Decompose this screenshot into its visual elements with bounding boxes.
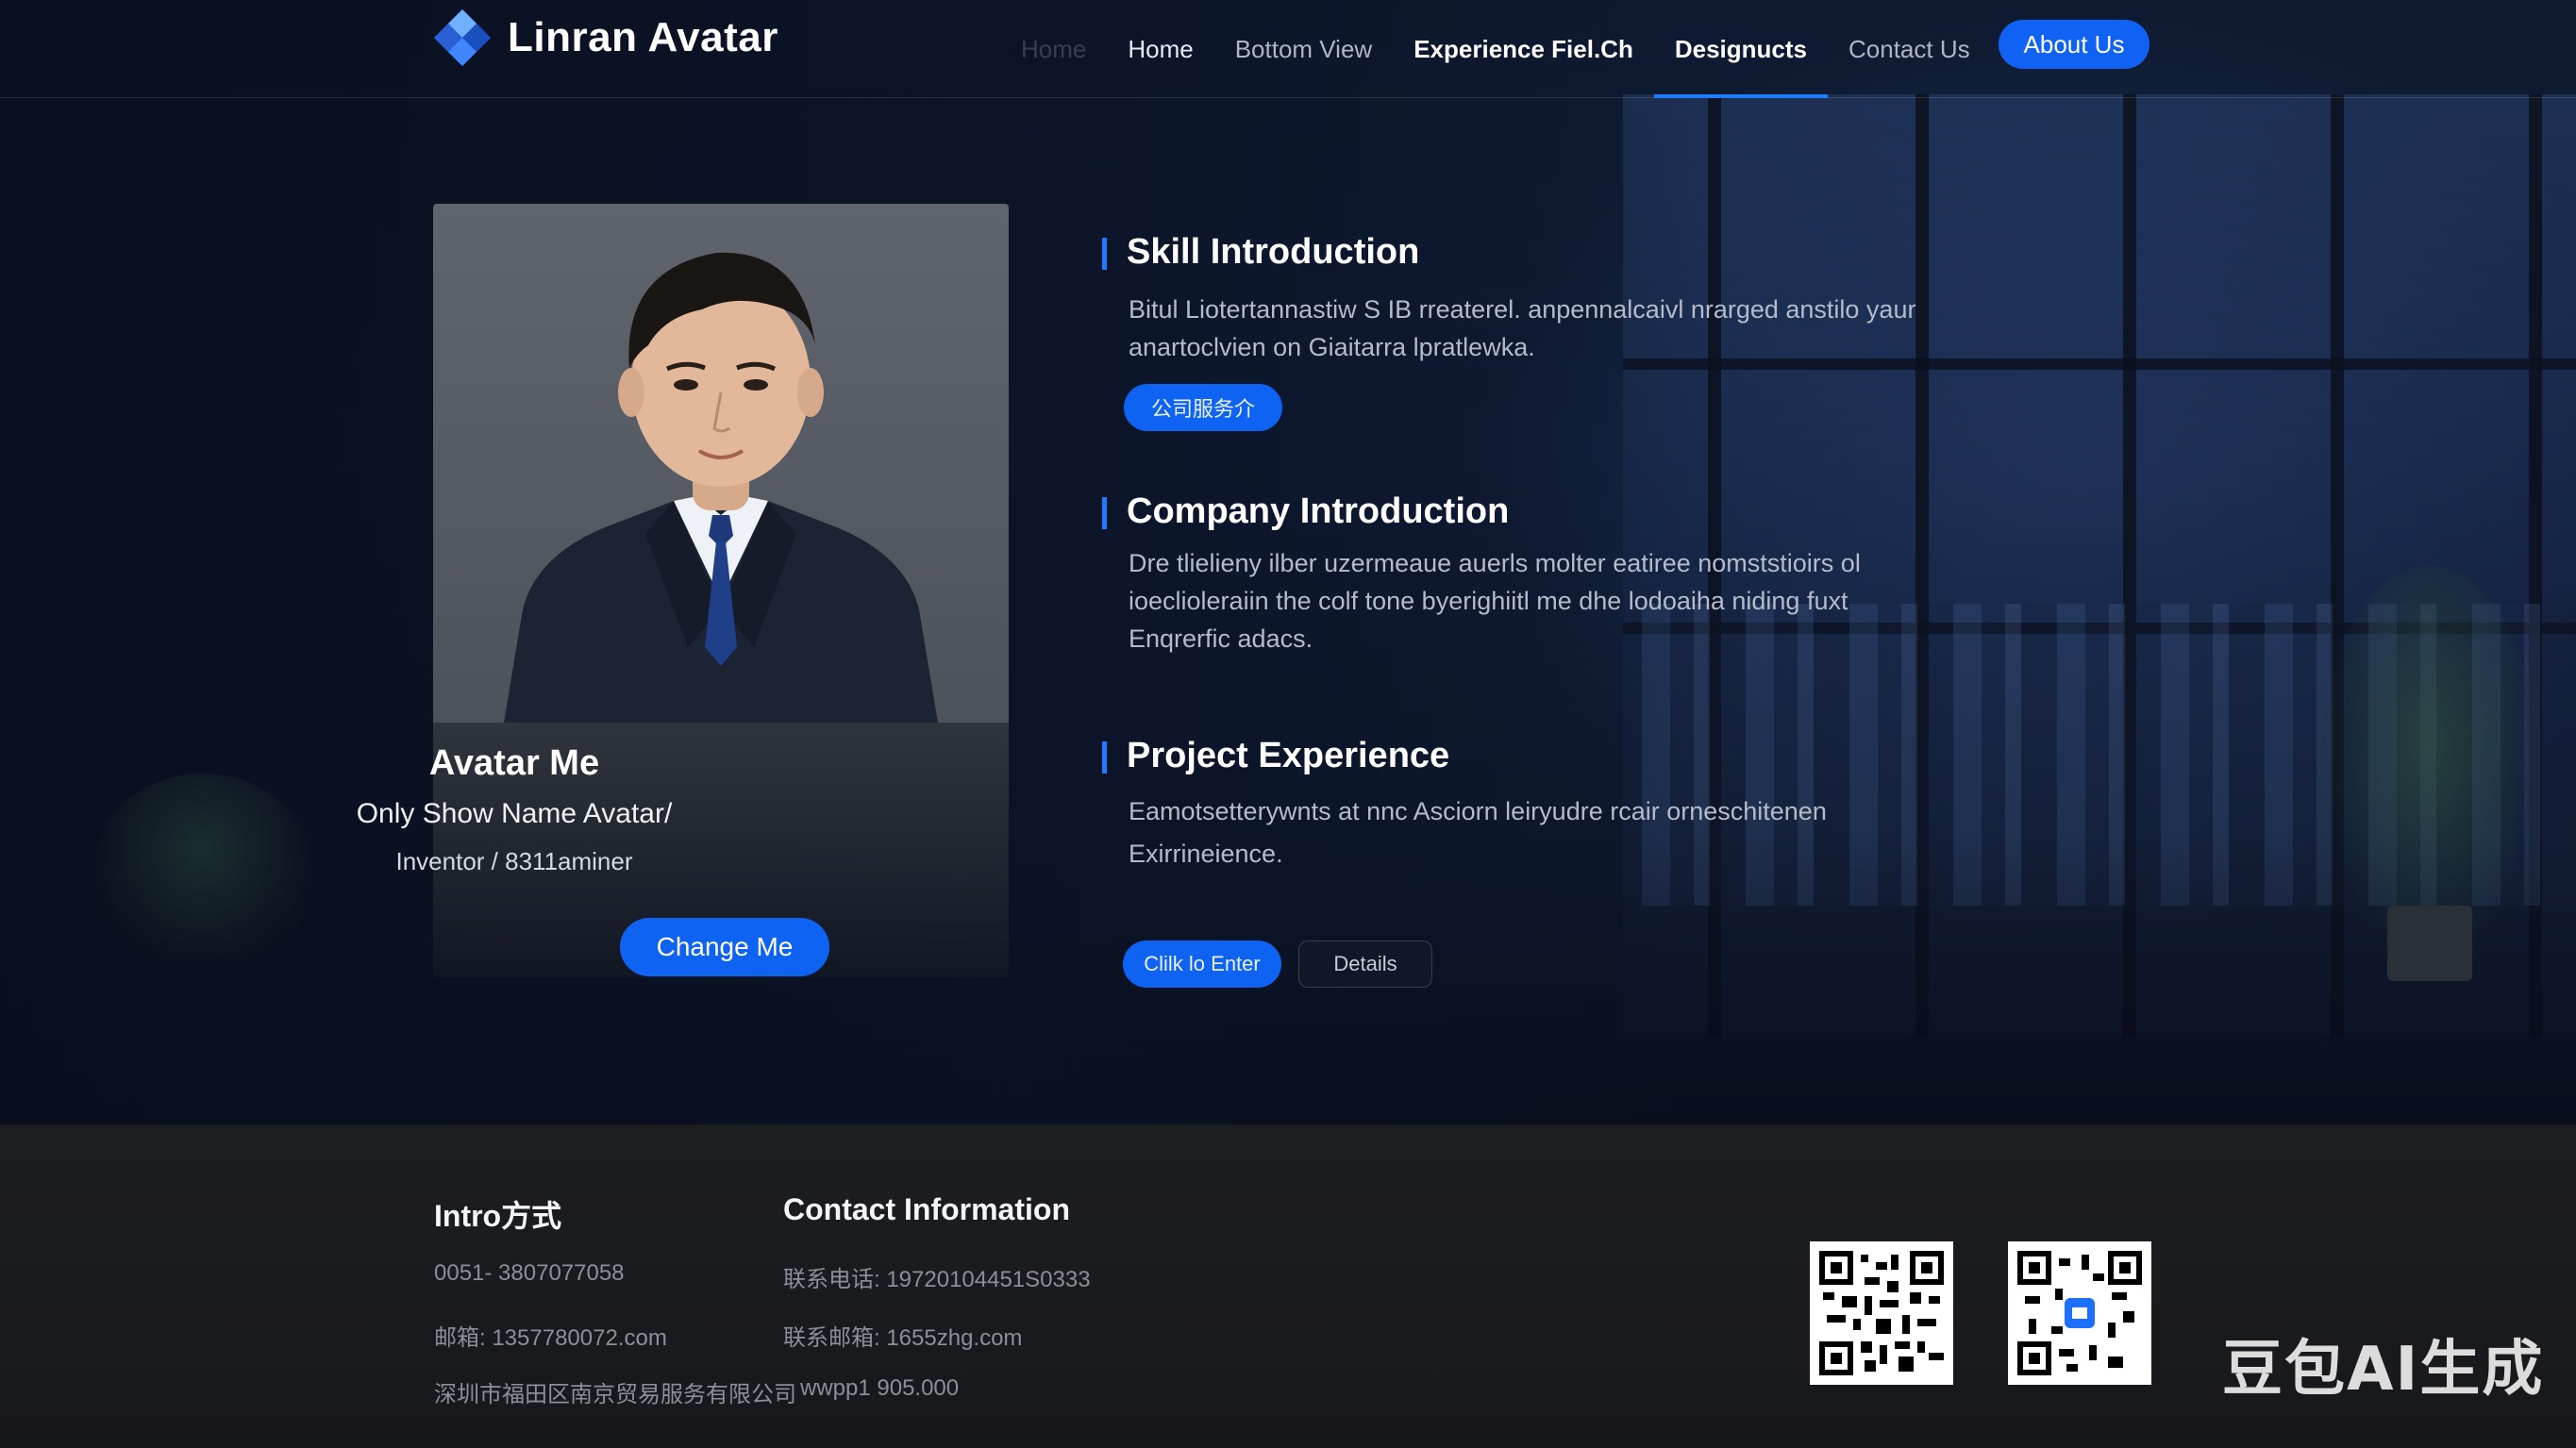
footer-email: 邮箱: 1357780072.com	[434, 1325, 667, 1351]
footer-company-name: 深圳市福田区南京贸易服务有限公司	[434, 1382, 796, 1407]
footer-heading-1: Intro方式	[434, 1199, 562, 1233]
footer-contact-email: 联系邮箱: 1655zhg.com	[783, 1325, 1023, 1351]
qr-pattern	[2017, 1251, 2142, 1375]
company-text-line-3: Enqrerfic adacs.	[1129, 624, 1313, 653]
change-me-button[interactable]: Change Me	[620, 918, 829, 976]
profile-subtitle: Only Show Name Avatar/	[356, 798, 673, 829]
click-to-enter-button[interactable]: Clilk lo Enter	[1123, 940, 1281, 988]
skill-text-line-2: anartoclvien on Giaitarra lpratlewka.	[1129, 333, 1535, 361]
brand-name: Linran Avatar	[508, 14, 778, 60]
profile-name: Avatar Me	[428, 743, 600, 783]
nav-designucts[interactable]: Designucts	[1653, 0, 1829, 98]
footer-phone: 0051- 3807077058	[434, 1260, 625, 1286]
profile-photo	[433, 204, 1009, 723]
footer-contact-column-2: Contact Information	[783, 1192, 1070, 1227]
section-accent-bar	[1102, 497, 1107, 529]
footer-contact-column-1: Intro方式	[434, 1192, 561, 1236]
footer-postcode: wwpp1 905.000	[800, 1375, 960, 1401]
section-accent-bar	[1102, 238, 1107, 270]
project-title: Project Experience	[1127, 736, 1450, 775]
main-nav: Home Home Bottom View Experience Fiel.Ch…	[1000, 0, 1991, 98]
nav-bottom-view[interactable]: Bottom View	[1214, 0, 1393, 98]
nav-contact-us[interactable]: Contact Us	[1828, 0, 1991, 98]
nav-home[interactable]: Home	[1107, 0, 1213, 98]
plant-right-decoration	[2321, 566, 2538, 962]
section-accent-bar	[1102, 741, 1107, 774]
portrait-illustration	[504, 252, 938, 723]
ai-watermark: 豆包AI生成	[2222, 1335, 2545, 1405]
skill-text-line-1: Bitul Liotertannastiw S IB rreaterel. an…	[1129, 295, 1916, 324]
project-text-line-2: Exirrineience.	[1129, 840, 1283, 868]
qr-pattern	[1819, 1251, 1944, 1375]
footer-heading-2: Contact Information	[783, 1192, 1070, 1226]
about-us-button[interactable]: About Us	[1999, 20, 2149, 69]
details-button[interactable]: Details	[1298, 940, 1432, 988]
skill-title: Skill Introduction	[1127, 232, 1420, 272]
company-text-line-2: ioeclioleraiin the colf tone byerighiitl…	[1129, 587, 1848, 615]
brand-logo[interactable]: Linran Avatar	[432, 8, 778, 68]
nav-home-ghost[interactable]: Home	[1000, 0, 1107, 98]
nav-experience[interactable]: Experience Fiel.Ch	[1393, 0, 1654, 98]
project-text-line-1: Eamotsetterywnts at nnc Asciorn leiryudr…	[1129, 797, 1827, 825]
site-footer: Intro方式 0051- 3807077058 邮箱: 1357780072.…	[0, 1124, 2576, 1448]
qr-code-icon[interactable]	[1810, 1241, 1953, 1385]
top-navigation-bar: Linran Avatar Home Home Bottom View Expe…	[0, 0, 2576, 98]
profile-role: Inventor / 8311aminer	[395, 847, 633, 875]
plant-pot-decoration	[2387, 906, 2472, 981]
diamond-logo-icon	[434, 9, 491, 66]
company-text-line-1: Dre tlielieny ilber uzermeaue auerls mol…	[1129, 549, 1861, 577]
skill-action-button[interactable]: 公司服务介	[1124, 384, 1282, 431]
company-title: Company Introduction	[1127, 491, 1510, 531]
footer-contact-phone: 联系电话: 19720104451S0333	[783, 1267, 1091, 1292]
qr-code-icon[interactable]	[2008, 1241, 2151, 1385]
